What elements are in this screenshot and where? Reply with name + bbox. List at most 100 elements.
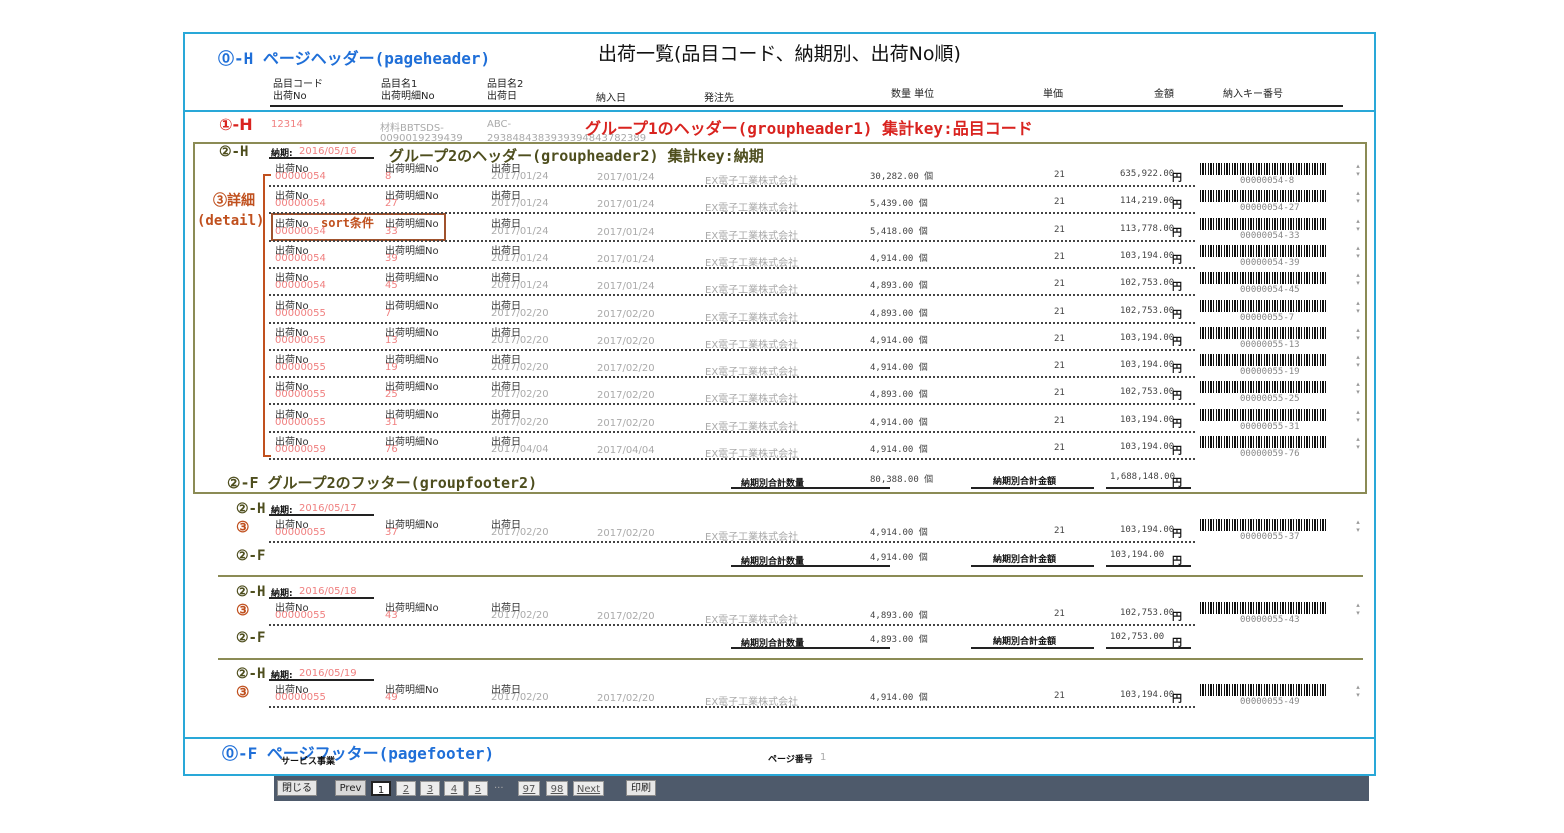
column-header: 出荷No [273, 91, 307, 102]
quantity: 4,893.00 個 [870, 281, 928, 292]
page-button[interactable]: 3 [420, 781, 440, 796]
detail-no: 49 [385, 692, 398, 703]
row-scroll-spinner[interactable]: ▴ ▾ [1353, 299, 1363, 315]
page-button[interactable]: 4 [444, 781, 464, 796]
row-scroll-spinner[interactable]: ▴ ▾ [1353, 518, 1363, 534]
row-scroll-spinner[interactable]: ▴ ▾ [1353, 326, 1363, 342]
total-underline [971, 647, 1094, 649]
total-underline [971, 565, 1094, 567]
page-button[interactable]: 5 [468, 781, 488, 796]
sort-condition-label: sort条件 [321, 216, 374, 230]
row-scroll-spinner[interactable]: ▴ ▾ [1353, 380, 1363, 396]
row-scroll-spinner[interactable]: ▴ ▾ [1353, 435, 1363, 451]
delivery-date: 2017/02/20 [597, 308, 655, 320]
barcode-number: 00000054-27 [1240, 203, 1300, 214]
delivery-date: 2017/02/20 [597, 390, 655, 402]
ship-date: 2017/02/20 [491, 527, 549, 538]
due-underline [269, 157, 374, 159]
column-header-line1: 品目名2 [487, 79, 524, 90]
quantity: 30,282.00 個 [870, 172, 934, 182]
close-button[interactable]: 閉じる [277, 780, 317, 796]
yen-unit: 円 [1172, 173, 1182, 184]
barcode-number: 00000055-37 [1240, 532, 1300, 542]
unit-price: 21 [1054, 333, 1065, 344]
delivery-date: 2017/02/20 [597, 417, 655, 429]
total-underline [1106, 647, 1191, 649]
row-scroll-spinner[interactable]: ▴ ▾ [1353, 271, 1363, 287]
quantity: 4,914.00 個 [870, 335, 928, 346]
yen-unit: 円 [1172, 309, 1182, 321]
unit-price: 21 [1054, 170, 1065, 180]
barcode [1200, 217, 1326, 230]
unit-price: 21 [1054, 279, 1065, 290]
page-button[interactable]: 98 [546, 781, 568, 796]
delivery-date: 2017/01/24 [597, 199, 655, 211]
row-scroll-spinner[interactable]: ▴ ▾ [1353, 217, 1363, 233]
detail-no: 45 [385, 280, 398, 292]
prev-button[interactable]: Prev [335, 780, 366, 796]
barcode-number: 00000055-25 [1240, 394, 1300, 405]
yen-unit: 円 [1172, 200, 1182, 212]
amount: 103,194.00 [1120, 332, 1175, 343]
column-header: 単価 [1043, 89, 1063, 100]
unit-price: 21 [1054, 251, 1065, 262]
yen-unit: 円 [1172, 612, 1182, 623]
ship-no: 00000054 [275, 252, 326, 264]
group1-description: グループ1のヘッダー(groupheader1) 集計key:品目コード [585, 119, 1033, 138]
barcode-number: 00000055-7 [1240, 312, 1295, 323]
yen-unit: 円 [1172, 446, 1182, 457]
barcode [1200, 381, 1326, 394]
detail-marker: ③ [236, 518, 250, 536]
row-separator [269, 458, 1195, 460]
amount: 103,194.00 [1120, 250, 1175, 261]
page-footer-label: ⓪-F ページフッター(pagefooter) [222, 744, 495, 763]
amount: 113,778.00 [1120, 223, 1175, 234]
ship-no: 00000054 [275, 225, 326, 237]
page-button[interactable]: 97 [518, 781, 540, 796]
ship-no: 00000055 [275, 307, 326, 319]
row-scroll-spinner[interactable]: ▴ ▾ [1353, 244, 1363, 260]
barcode-number: 00000055-49 [1240, 697, 1300, 707]
detail-no: 39 [385, 252, 398, 264]
barcode-number: 00000054-33 [1240, 230, 1300, 241]
ship-date: 2017/02/20 [491, 610, 549, 621]
row-scroll-spinner[interactable]: ▴ ▾ [1353, 189, 1363, 205]
quantity: 5,439.00 個 [870, 199, 928, 210]
yen-unit: 円 [1172, 391, 1182, 403]
detail-no: 8 [385, 171, 392, 182]
next-button[interactable]: Next [573, 781, 604, 796]
amount: 103,194.00 [1120, 414, 1175, 425]
page-button[interactable]: 1 [371, 781, 391, 796]
quantity: 4,893.00 個 [870, 390, 928, 401]
total-underline [731, 647, 890, 649]
ship-date: 2017/01/24 [491, 225, 549, 237]
unit-price: 21 [1054, 361, 1065, 372]
yen-unit: 円 [1172, 694, 1182, 705]
barcode [1200, 244, 1326, 257]
row-scroll-spinner[interactable]: ▴ ▾ [1353, 162, 1363, 178]
delivery-date: 2017/02/20 [597, 335, 655, 347]
amount: 102,753.00 [1120, 305, 1175, 316]
yen-unit: 円 [1172, 227, 1182, 239]
total-underline [971, 487, 1094, 489]
page-button[interactable]: 2 [396, 781, 416, 796]
group2-header-marker: ②-H [219, 144, 249, 160]
detail-marker: ③ [236, 601, 250, 619]
detail-title: ③詳細 [213, 193, 255, 209]
detail-no: 76 [385, 444, 398, 455]
row-scroll-spinner[interactable]: ▴ ▾ [1353, 408, 1363, 424]
ship-no: 00000054 [275, 280, 326, 292]
column-header: 出荷明細No [381, 91, 435, 102]
row-scroll-spinner[interactable]: ▴ ▾ [1353, 601, 1363, 617]
row-scroll-spinner[interactable]: ▴ ▾ [1353, 353, 1363, 369]
row-scroll-spinner[interactable]: ▴ ▾ [1353, 683, 1363, 699]
total-amount: 1,688,148.00 [1110, 472, 1176, 482]
quantity: 4,914.00 個 [870, 693, 928, 703]
service-label: サービス事業 [281, 757, 336, 767]
barcode [1200, 326, 1326, 339]
print-button[interactable]: 印刷 [626, 780, 656, 796]
group1-name2: ABC- [487, 119, 512, 130]
quantity: 4,893.00 個 [870, 611, 928, 621]
row-separator [269, 706, 1195, 708]
barcode [1200, 519, 1326, 531]
